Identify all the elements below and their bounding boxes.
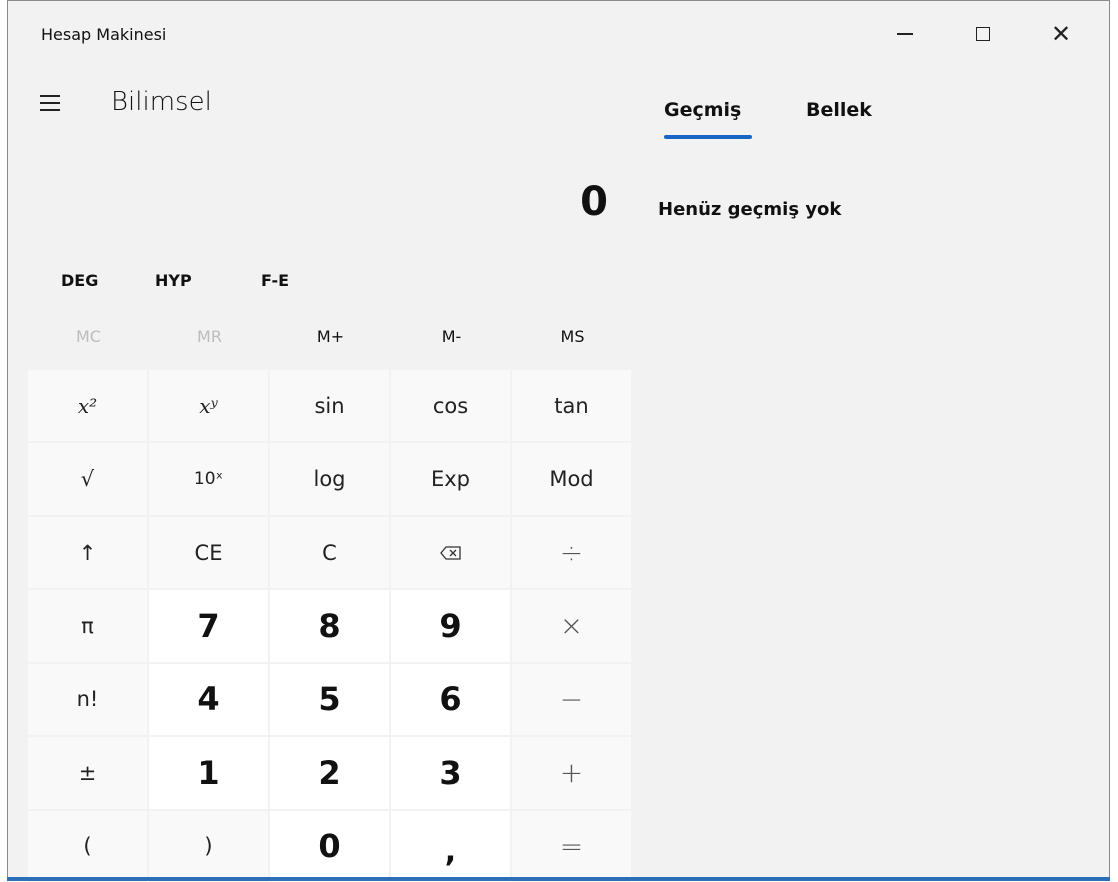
hamburger-icon: [40, 95, 60, 97]
digit-4-button[interactable]: 4: [149, 663, 268, 736]
close-icon: ✕: [1050, 20, 1072, 48]
digit-6-button[interactable]: 6: [391, 663, 510, 736]
close-paren-button[interactable]: ): [149, 810, 268, 882]
memory-subtract-button[interactable]: M-: [391, 327, 512, 346]
exp-button[interactable]: Exp: [391, 443, 510, 515]
negate-button[interactable]: ±: [28, 737, 147, 809]
square-root-button[interactable]: √: [28, 443, 147, 515]
memory-store-button[interactable]: MS: [512, 327, 633, 346]
active-tab-indicator: [664, 135, 752, 139]
result-display: 0: [580, 179, 608, 225]
digit-0-button[interactable]: 0: [270, 810, 389, 882]
tab-memory[interactable]: Bellek: [806, 99, 872, 121]
tan-button[interactable]: tan: [512, 370, 631, 442]
shift-button[interactable]: ↑: [28, 516, 147, 589]
fixed-exponent-button[interactable]: F-E: [261, 271, 289, 290]
digit-3-button[interactable]: 3: [391, 737, 510, 809]
tab-history[interactable]: Geçmiş: [664, 99, 741, 121]
app-title: Hesap Makinesi: [41, 25, 167, 44]
cos-button[interactable]: cos: [391, 370, 510, 442]
sin-button[interactable]: sin: [270, 370, 389, 442]
equals-button[interactable]: =: [512, 810, 631, 882]
divide-button[interactable]: ÷: [512, 516, 631, 589]
digit-1-button[interactable]: 1: [149, 737, 268, 809]
ten-power-button[interactable]: 10ˣ: [149, 443, 268, 515]
backspace-button[interactable]: [391, 516, 510, 589]
hamburger-menu-button[interactable]: [40, 89, 68, 117]
subtract-button[interactable]: −: [512, 663, 631, 736]
digit-5-button[interactable]: 5: [270, 663, 389, 736]
square-button[interactable]: x²: [28, 370, 147, 442]
power-button[interactable]: xʸ: [149, 370, 268, 442]
minimize-icon: [897, 33, 913, 35]
history-empty-message: Henüz geçmiş yok: [658, 199, 842, 220]
page-title: Bilimsel: [111, 87, 212, 117]
clear-button[interactable]: C: [270, 516, 389, 589]
title-bar: Hesap Makinesi ✕: [8, 1, 1109, 67]
window-bottom-border: [7, 877, 1110, 881]
memory-clear-button[interactable]: MC: [28, 327, 149, 346]
backspace-icon: [439, 545, 462, 560]
clear-entry-button[interactable]: CE: [149, 516, 268, 589]
minimize-button[interactable]: [882, 15, 928, 53]
maximize-button[interactable]: [960, 15, 1006, 53]
close-button[interactable]: ✕: [1038, 15, 1084, 53]
digit-7-button[interactable]: 7: [149, 590, 268, 662]
memory-add-button[interactable]: M+: [270, 327, 391, 346]
memory-recall-button[interactable]: MR: [149, 327, 270, 346]
log-button[interactable]: log: [270, 443, 389, 515]
digit-2-button[interactable]: 2: [270, 737, 389, 809]
calculator-window: Hesap Makinesi ✕ Bilimsel Geçmiş Bellek …: [7, 0, 1110, 882]
mod-button[interactable]: Mod: [512, 443, 631, 515]
open-paren-button[interactable]: (: [28, 810, 147, 882]
digit-9-button[interactable]: 9: [391, 590, 510, 662]
digit-8-button[interactable]: 8: [270, 590, 389, 662]
angle-unit-button[interactable]: DEG: [61, 271, 98, 290]
add-button[interactable]: +: [512, 737, 631, 809]
multiply-button[interactable]: ×: [512, 590, 631, 662]
keypad: x² xʸ sin cos tan √ 10ˣ log Exp Mod ↑ CE…: [28, 370, 631, 882]
factorial-button[interactable]: n!: [28, 663, 147, 736]
decimal-button[interactable]: ,: [391, 810, 510, 882]
pi-button[interactable]: π: [28, 590, 147, 662]
hyperbolic-button[interactable]: HYP: [155, 271, 192, 290]
maximize-icon: [976, 27, 990, 41]
